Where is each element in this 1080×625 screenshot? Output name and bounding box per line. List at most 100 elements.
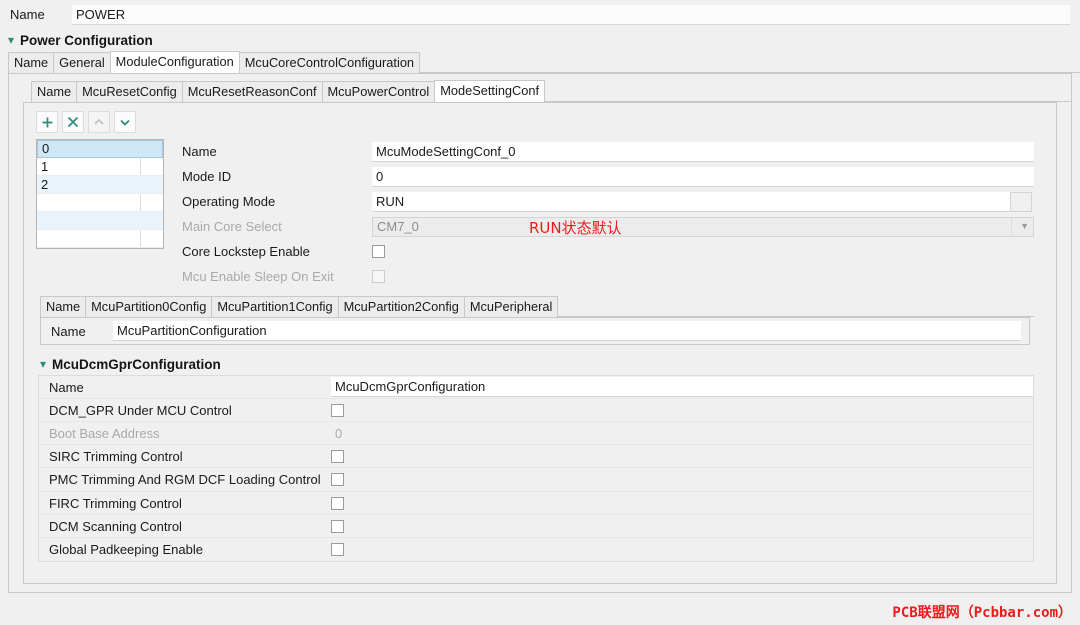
tab-inner-name[interactable]: Name <box>31 81 78 102</box>
mode-id-value-wrap: 0 <box>372 166 1034 187</box>
watermark: PCB联盟网（Pcbbar.com） <box>892 605 1072 621</box>
list-item-empty <box>37 194 163 212</box>
list-item[interactable]: 2 <box>37 176 163 194</box>
top-name-row: Name POWER <box>0 0 1080 29</box>
name-input[interactable]: McuModeSettingConf_0 <box>372 141 1034 162</box>
tabstrip-filler <box>419 52 1080 73</box>
delete-button[interactable] <box>62 111 84 133</box>
firc-trimming-control-value <box>331 496 1033 510</box>
main-core-select-value-wrap: CM7_0 ▼ <box>372 216 1034 237</box>
add-button[interactable] <box>36 111 58 133</box>
boot-base-address-value-wrap: 0 <box>331 426 1033 441</box>
sirc-trimming-control-value <box>331 449 1033 463</box>
list-item-empty <box>37 230 163 248</box>
firc-trimming-control-label: FIRC Trimming Control <box>49 495 182 511</box>
firc-trimming-control-checkbox[interactable] <box>331 496 344 510</box>
tab-mcuperipheral[interactable]: McuPeripheral <box>463 296 559 317</box>
list-and-properties: 0 1 2 Name McuModeSettingConf_0 Mode ID … <box>24 139 1056 289</box>
dcm-row-firc-trimming: FIRC Trimming Control <box>39 492 1033 515</box>
property-row-mode-id: Mode ID 0 <box>182 164 1034 189</box>
inner-tabstrip-filler <box>544 81 1071 102</box>
sirc-trimming-control-checkbox[interactable] <box>331 449 344 463</box>
operating-mode-label: Operating Mode <box>182 194 276 209</box>
sleep-on-exit-label: Mcu Enable Sleep On Exit <box>182 269 334 284</box>
chevron-down-icon[interactable]: ▾ <box>40 358 46 370</box>
pmc-trimming-rgm-dcf-loading-checkbox[interactable] <box>331 473 344 486</box>
list-toolbar <box>24 103 1056 139</box>
dcm-row-name: Name McuDcmGprConfiguration <box>39 376 1033 399</box>
list-item[interactable]: 0 <box>37 140 163 158</box>
global-padkeeping-enable-checkbox[interactable] <box>331 543 344 556</box>
global-padkeeping-enable-label: Global Padkeeping Enable <box>49 542 203 557</box>
chevron-down-icon[interactable]: ▾ <box>8 34 14 46</box>
module-configuration-panel: Name McuResetConfig McuResetReasonConf M… <box>8 73 1072 593</box>
operating-mode-browse-button[interactable] <box>1010 191 1032 212</box>
tab-moduleconfiguration[interactable]: ModuleConfiguration <box>109 51 240 73</box>
property-row-name: Name McuModeSettingConf_0 <box>182 139 1034 164</box>
dcm-row-pmc-trimming: PMC Trimming And RGM DCF Loading Control <box>39 468 1033 492</box>
mode-list[interactable]: 0 1 2 <box>36 139 164 249</box>
outer-tabstrip: Name General ModuleConfiguration McuCore… <box>0 51 1080 73</box>
power-configuration-header[interactable]: ▾ Power Configuration <box>0 29 1080 51</box>
dcm-gpr-under-mcu-control-label: DCM_GPR Under MCU Control <box>49 402 232 418</box>
partition-name-label: Name <box>51 323 86 339</box>
dcm-row-global-padkeeping: Global Padkeeping Enable <box>39 538 1033 561</box>
property-grid: Name McuModeSettingConf_0 Mode ID 0 Oper… <box>164 139 1056 289</box>
move-down-button[interactable] <box>114 111 136 133</box>
property-row-sleep-on-exit: Mcu Enable Sleep On Exit <box>182 264 1034 289</box>
list-item-empty <box>37 212 163 230</box>
dcm-name-input[interactable]: McuDcmGprConfiguration <box>331 377 1033 397</box>
main-core-select-dropdown[interactable]: CM7_0 ▼ <box>372 216 1034 237</box>
operating-mode-input[interactable]: RUN <box>372 191 1010 212</box>
tab-mcupartition0config[interactable]: McuPartition0Config <box>85 296 213 317</box>
sleep-on-exit-checkbox[interactable] <box>372 270 385 283</box>
partition-panel: Name McuPartitionConfiguration <box>40 317 1030 345</box>
tab-mcuresetreasonconf[interactable]: McuResetReasonConf <box>181 81 323 102</box>
move-up-button[interactable] <box>88 111 110 133</box>
tab-modesettingconf[interactable]: ModeSettingConf <box>434 80 546 102</box>
main-core-select-value: CM7_0 <box>377 219 419 234</box>
mode-id-input[interactable]: 0 <box>372 166 1034 187</box>
dcm-scanning-control-value <box>331 519 1033 533</box>
chevron-down-icon[interactable]: ▼ <box>1011 217 1029 236</box>
dcm-gpr-section: Name McuDcmGprConfiguration DCM_GPR Unde… <box>24 375 1056 562</box>
dcm-gpr-header[interactable]: ▾ McuDcmGprConfiguration <box>24 353 1056 375</box>
pmc-trimming-rgm-dcf-loading-label: PMC Trimming And RGM DCF Loading Control <box>49 472 321 487</box>
tab-mcuresetconfig[interactable]: McuResetConfig <box>76 81 183 102</box>
tab-mcupartition2config[interactable]: McuPartition2Config <box>337 296 465 317</box>
sirc-trimming-control-label: SIRC Trimming Control <box>49 448 183 464</box>
mode-setting-conf-panel: 0 1 2 Name McuModeSettingConf_0 Mode ID … <box>23 102 1057 584</box>
tab-mcupowercontrol[interactable]: McuPowerControl <box>321 81 436 102</box>
partition-section: Name McuPartition0Config McuPartition1Co… <box>24 295 1056 345</box>
main-core-select-label: Main Core Select <box>182 219 282 234</box>
partition-name-input[interactable]: McuPartitionConfiguration <box>113 321 1021 341</box>
boot-base-address-value: 0 <box>335 425 343 441</box>
tab-partition-name[interactable]: Name <box>40 296 87 317</box>
operating-mode-value-wrap: RUN <box>372 191 1034 212</box>
dcm-scanning-control-label: DCM Scanning Control <box>49 518 182 534</box>
pmc-trimming-rgm-dcf-loading-value <box>331 473 1033 486</box>
page-title: Power Configuration <box>20 32 153 48</box>
tab-mcucorecontrolconfiguration[interactable]: McuCoreControlConfiguration <box>238 52 421 73</box>
core-lockstep-checkbox[interactable] <box>372 245 385 258</box>
dcm-gpr-title: McuDcmGprConfiguration <box>52 356 221 372</box>
boot-base-address-label: Boot Base Address <box>49 425 160 441</box>
top-name-input[interactable]: POWER <box>72 4 1070 25</box>
name-label: Name <box>182 144 217 159</box>
list-item[interactable]: 1 <box>37 158 163 176</box>
name-value-wrap: McuModeSettingConf_0 <box>372 141 1034 162</box>
dcm-scanning-control-checkbox[interactable] <box>331 519 344 533</box>
global-padkeeping-enable-value <box>331 543 1033 556</box>
tab-general[interactable]: General <box>53 52 111 73</box>
partition-tabstrip: Name McuPartition0Config McuPartition1Co… <box>36 295 1034 317</box>
core-lockstep-value-wrap <box>372 245 1034 258</box>
property-row-operating-mode: Operating Mode RUN <box>182 189 1034 214</box>
dcm-gpr-under-mcu-control-checkbox[interactable] <box>331 403 344 417</box>
partition-name-row: Name McuPartitionConfiguration <box>41 318 1029 344</box>
tab-mcupartition1config[interactable]: McuPartition1Config <box>211 296 339 317</box>
dcm-name-label: Name <box>49 379 84 395</box>
sleep-on-exit-value-wrap <box>372 270 1034 283</box>
dcm-name-value-wrap: McuDcmGprConfiguration <box>331 377 1033 397</box>
tab-name[interactable]: Name <box>8 52 55 73</box>
dcm-row-sirc-trimming: SIRC Trimming Control <box>39 445 1033 468</box>
